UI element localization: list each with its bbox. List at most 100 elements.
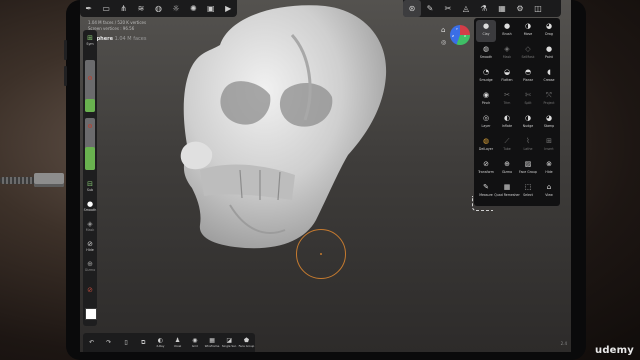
radius-handle[interactable] xyxy=(88,76,92,80)
hide-icon: ⊗ xyxy=(546,160,552,168)
tool-label: Smudge xyxy=(479,78,493,82)
view-gizmo[interactable]: Y Z X xyxy=(450,25,470,45)
tool-dellayer[interactable]: ◍ DelLayer xyxy=(476,135,496,157)
tool-brush[interactable]: ● Brush xyxy=(497,20,517,42)
undo-icon: ↶ xyxy=(89,339,95,346)
single-button[interactable]: ◪ Single Sel. xyxy=(221,337,238,348)
tool-drag[interactable]: ◕ Drag xyxy=(539,20,559,42)
layers-button[interactable]: ⧉ xyxy=(135,339,152,346)
tool-nudge[interactable]: ◑ Nudge xyxy=(518,112,538,134)
xray-button[interactable]: ◐ X-Ray xyxy=(152,337,169,348)
pen-nib-icon[interactable]: ✒ xyxy=(80,0,97,17)
stamp-icon: ◕ xyxy=(545,114,553,122)
insert-icon: ⊞ xyxy=(546,137,552,145)
tool-move[interactable]: ◑ Move xyxy=(518,20,538,42)
tool-layer[interactable]: ◎ Layer xyxy=(476,112,496,134)
tool-label: Move xyxy=(523,32,533,36)
voxel-icon: ♟ xyxy=(174,337,181,344)
tool-face-group[interactable]: ▨ Face Group xyxy=(518,158,538,180)
face-group-icon: ⬟ xyxy=(243,337,250,344)
settings-icon[interactable]: ✺ xyxy=(185,0,202,17)
tool-paint[interactable]: ● Paint xyxy=(539,43,559,65)
tool-smudge[interactable]: ◔ Smudge xyxy=(476,66,496,88)
split-icon: ✄ xyxy=(525,91,531,99)
no-stroke-button[interactable]: ⊘ xyxy=(83,286,97,294)
tool-label: Clay xyxy=(482,32,490,36)
tool-lathe[interactable]: ⌇ Lathe xyxy=(518,135,538,157)
tool-pinch[interactable]: ◉ Pinch xyxy=(476,89,496,111)
transform-icon: ⊘ xyxy=(483,160,489,168)
tool-select[interactable]: ⬚ Select xyxy=(518,181,538,203)
gear-icon[interactable]: ⚙ xyxy=(511,0,529,17)
home-icon[interactable]: ⌂ xyxy=(441,26,445,34)
share-nodes-icon[interactable]: ⋔ xyxy=(115,0,132,17)
tool-selmask[interactable]: ◇ SelMask xyxy=(518,43,538,65)
share-icon[interactable]: ◬ xyxy=(457,0,475,17)
mask-button[interactable]: ◈ Mask xyxy=(83,220,97,232)
tool-clay[interactable]: ● Clay xyxy=(476,20,496,42)
pen-tablet-icon[interactable]: ⊛ xyxy=(403,0,421,17)
grid-icon: ◉ xyxy=(192,337,198,344)
intensity-handle[interactable] xyxy=(88,124,92,128)
face-group-button[interactable]: ⬟ Face Group xyxy=(238,337,255,348)
tool-trim[interactable]: ✂ Trim xyxy=(497,89,517,111)
palette-connector xyxy=(472,196,493,211)
tool-crease[interactable]: ◖ Crease xyxy=(539,66,559,88)
tool-smooth[interactable]: ◍ Smooth xyxy=(476,43,496,65)
measure-icon: ✎ xyxy=(483,183,489,191)
tool-tube[interactable]: ⟋ Tube xyxy=(497,135,517,157)
tool-project[interactable]: ⤲ Project xyxy=(539,89,559,111)
voxel-button[interactable]: ♟ Voxel xyxy=(169,337,186,348)
layout-icon[interactable]: ◫ xyxy=(529,0,547,17)
symmetry-icon: ⊞ xyxy=(87,34,93,42)
usb-cable xyxy=(0,172,66,188)
scene-info: 1.04 M faces / 520 K vertices Screen ver… xyxy=(88,20,146,42)
redo-button[interactable]: ↷ xyxy=(100,339,117,346)
sub-button[interactable]: ⊟ Sub xyxy=(83,180,97,192)
sun-icon[interactable]: ☼ xyxy=(167,0,184,17)
undo-button[interactable]: ↶ xyxy=(83,339,100,346)
tool-label: Brush xyxy=(502,32,512,36)
tool-label: Tube xyxy=(503,147,511,151)
tool-stamp[interactable]: ◕ Stamp xyxy=(539,112,559,134)
tool-flatten[interactable]: ◒ Flatten xyxy=(497,66,517,88)
tool-hide[interactable]: ⊗ Hide xyxy=(539,158,559,180)
grid-icon[interactable]: ▦ xyxy=(493,0,511,17)
pencil-icon[interactable]: ✎ xyxy=(421,0,439,17)
skull-model[interactable] xyxy=(183,5,387,249)
radius-slider[interactable] xyxy=(85,60,95,112)
grid-button[interactable]: ◉ Grid xyxy=(186,337,203,348)
brush-cursor xyxy=(296,229,346,279)
tool-mask[interactable]: ◈ Mask xyxy=(497,43,517,65)
tool-label: Project xyxy=(543,101,555,105)
sphere-icon[interactable]: ◍ xyxy=(150,0,167,17)
tool-split[interactable]: ✄ Split xyxy=(518,89,538,111)
hide-icon: ⊘ xyxy=(87,240,93,248)
folder-icon[interactable]: ▭ xyxy=(97,0,114,17)
wireframe-button[interactable]: ▦ Wireframe xyxy=(203,337,220,348)
flask-icon[interactable]: ⚗ xyxy=(475,0,493,17)
color-swatch[interactable] xyxy=(85,308,97,320)
tool-planar[interactable]: ◓ Planar xyxy=(518,66,538,88)
smooth-button[interactable]: ● Smooth xyxy=(83,200,97,212)
symmetry-button[interactable]: ⊞ Sym xyxy=(83,34,97,46)
tool-view[interactable]: ⌂ View xyxy=(539,181,559,203)
intensity-slider[interactable] xyxy=(85,118,95,170)
phone-button[interactable]: ▯ xyxy=(117,339,134,346)
tool-insert[interactable]: ⊞ Insert xyxy=(539,135,559,157)
tool-transform[interactable]: ⊘ Transform xyxy=(476,158,496,180)
tool-label: SelMask xyxy=(521,55,535,59)
image-icon[interactable]: ▣ xyxy=(202,0,219,17)
tool-gizmo[interactable]: ⊕ Gizmo xyxy=(497,158,517,180)
sym-label: Sym xyxy=(86,42,94,46)
mask-label: Mask xyxy=(85,228,95,232)
cable-plug xyxy=(34,173,64,187)
tool-inflate[interactable]: ◐ Inflate xyxy=(497,112,517,134)
hide-button[interactable]: ⊘ Hide xyxy=(83,240,97,252)
video-camera-icon[interactable]: ▶ xyxy=(220,0,237,17)
gizmo-button[interactable]: ⊕ Gizmo xyxy=(83,260,97,272)
layers-icon[interactable]: ≋ xyxy=(132,0,149,17)
tool-quad-remesher[interactable]: ▦ Quad Remesher xyxy=(494,181,520,203)
focus-icon[interactable]: ◎ xyxy=(441,39,446,46)
scissors-icon[interactable]: ✂ xyxy=(439,0,457,17)
